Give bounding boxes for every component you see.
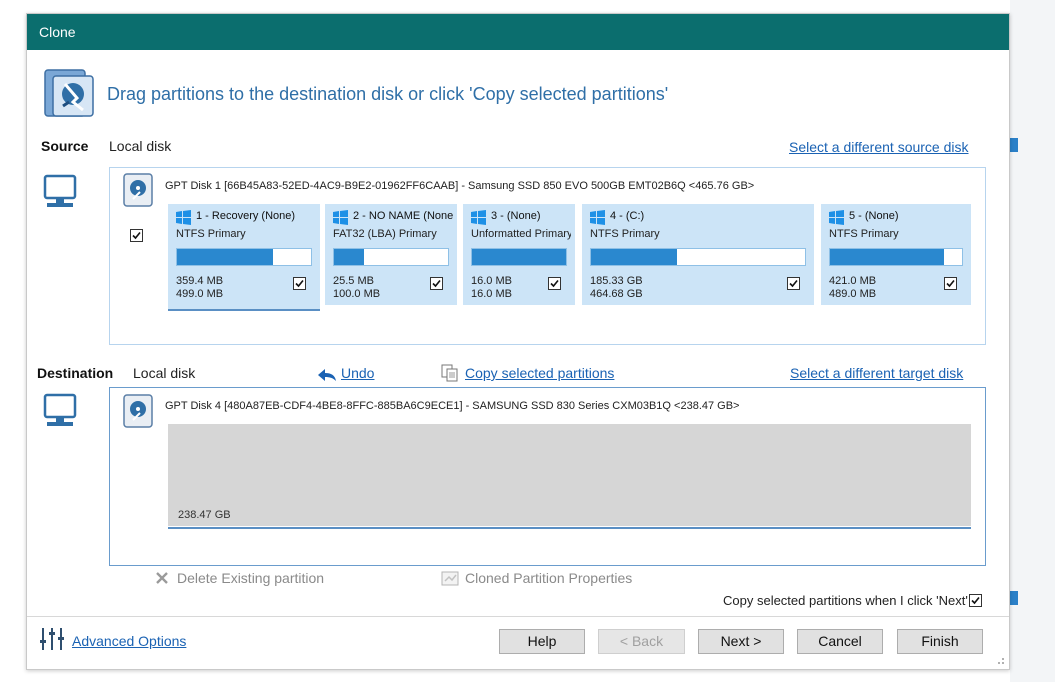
source-disk-type: Local disk bbox=[109, 138, 172, 154]
partition-used: 16.0 MB bbox=[471, 275, 512, 287]
title-bar: Clone bbox=[27, 14, 1009, 50]
source-label: Source bbox=[41, 138, 89, 154]
copy-on-next-label: Copy selected partitions when I click 'N… bbox=[723, 593, 968, 608]
select-target-disk-link[interactable]: Select a different target disk bbox=[790, 365, 963, 381]
background-strip bbox=[1010, 0, 1055, 682]
undo-icon bbox=[318, 369, 336, 381]
hard-disk-icon bbox=[123, 394, 153, 428]
partition-used: 359.4 MB bbox=[176, 275, 224, 287]
copy-on-next-checkbox[interactable] bbox=[969, 594, 982, 607]
partition-type: FAT32 (LBA) Primary bbox=[333, 228, 437, 240]
source-disk-title: GPT Disk 1 [66B45A83-52ED-4AC9-B9E2-0196… bbox=[165, 180, 755, 192]
advanced-options-link[interactable]: Advanced Options bbox=[72, 633, 186, 649]
copy-icon bbox=[441, 364, 458, 382]
footer-divider bbox=[27, 616, 1009, 617]
unallocated-space[interactable] bbox=[168, 424, 971, 526]
partition-usage-bar bbox=[829, 248, 963, 266]
partition-card[interactable]: 5 - (None) NTFS Primary 421.0 MB 489.0 M… bbox=[821, 204, 971, 305]
copy-selected-partitions-link[interactable]: Copy selected partitions bbox=[465, 365, 614, 381]
select-source-disk-link[interactable]: Select a different source disk bbox=[789, 139, 969, 155]
partition-type: NTFS Primary bbox=[176, 228, 246, 240]
partition-usage-fill bbox=[334, 249, 364, 265]
partition-type: Unformatted Primary bbox=[471, 228, 571, 240]
resize-grip-icon[interactable] bbox=[995, 655, 1005, 665]
partition-usage-fill bbox=[472, 249, 566, 265]
partition-total: 16.0 MB bbox=[471, 288, 512, 300]
partition-usage-fill bbox=[830, 249, 944, 265]
partition-total: 489.0 MB bbox=[829, 288, 877, 300]
partition-usage-bar bbox=[176, 248, 312, 266]
monitor-icon bbox=[43, 174, 77, 207]
delete-x-icon bbox=[156, 572, 168, 584]
finish-button[interactable]: Finish bbox=[897, 629, 983, 654]
partition-total: 499.0 MB bbox=[176, 288, 224, 300]
properties-icon bbox=[441, 571, 459, 586]
cloned-partition-properties[interactable]: Cloned Partition Properties bbox=[465, 570, 632, 586]
partition-checkbox[interactable] bbox=[944, 277, 957, 290]
help-button[interactable]: Help bbox=[499, 629, 585, 654]
partition-checkbox[interactable] bbox=[548, 277, 561, 290]
advanced-options-sliders-icon bbox=[40, 628, 64, 650]
destination-disk-title: GPT Disk 4 [480A87EB-CDF4-4BE8-8FFC-885B… bbox=[165, 400, 740, 412]
partition-title: 1 - Recovery (None) bbox=[196, 210, 296, 222]
delete-existing-partition[interactable]: Delete Existing partition bbox=[177, 570, 324, 586]
partition-total: 100.0 MB bbox=[333, 288, 381, 300]
monitor-icon bbox=[43, 393, 77, 426]
partition-checkbox[interactable] bbox=[787, 277, 800, 290]
unallocated-size: 238.47 GB bbox=[178, 509, 231, 521]
partition-usage-bar bbox=[333, 248, 449, 266]
clone-dialog: Clone Drag partitions to the destination… bbox=[26, 13, 1010, 670]
instruction-text: Drag partitions to the destination disk … bbox=[107, 84, 669, 104]
back-button[interactable]: < Back bbox=[598, 629, 685, 654]
partition-card[interactable]: 3 - (None) Unformatted Primary 16.0 MB 1… bbox=[463, 204, 575, 305]
windows-logo-icon bbox=[333, 210, 348, 225]
windows-logo-icon bbox=[590, 210, 605, 225]
partition-total: 464.68 GB bbox=[590, 288, 643, 300]
destination-disk-type: Local disk bbox=[133, 365, 196, 381]
background-accent bbox=[1010, 591, 1018, 605]
hard-disk-icon bbox=[123, 173, 153, 207]
undo-link[interactable]: Undo bbox=[341, 365, 374, 381]
partition-title: 3 - (None) bbox=[491, 210, 541, 222]
partition-type: NTFS Primary bbox=[590, 228, 660, 240]
background-accent bbox=[1010, 138, 1018, 152]
partition-used: 185.33 GB bbox=[590, 275, 643, 287]
partition-usage-bar bbox=[590, 248, 806, 266]
source-disk-checkbox[interactable] bbox=[130, 229, 143, 242]
partition-checkbox[interactable] bbox=[430, 277, 443, 290]
next-button[interactable]: Next > bbox=[698, 629, 784, 654]
partition-card[interactable]: 2 - NO NAME (None) FAT32 (LBA) Primary 2… bbox=[325, 204, 457, 305]
partition-checkbox[interactable] bbox=[293, 277, 306, 290]
destination-label: Destination bbox=[37, 365, 114, 381]
clone-wizard-icon bbox=[44, 69, 94, 117]
destination-selection-underline bbox=[168, 527, 971, 529]
partition-card[interactable]: 4 - (C:) NTFS Primary 185.33 GB 464.68 G… bbox=[582, 204, 814, 305]
partition-title: 4 - (C:) bbox=[610, 210, 645, 222]
windows-logo-icon bbox=[471, 210, 486, 225]
windows-logo-icon bbox=[829, 210, 844, 225]
partition-type: NTFS Primary bbox=[829, 228, 899, 240]
partition-usage-fill bbox=[177, 249, 274, 265]
windows-logo-icon bbox=[176, 210, 191, 225]
partition-used: 25.5 MB bbox=[333, 275, 374, 287]
partition-usage-fill bbox=[591, 249, 677, 265]
partition-title: 5 - (None) bbox=[849, 210, 899, 222]
partition-used: 421.0 MB bbox=[829, 275, 877, 287]
cancel-button[interactable]: Cancel bbox=[797, 629, 883, 654]
partition-usage-bar bbox=[471, 248, 567, 266]
partition-card[interactable]: 1 - Recovery (None) NTFS Primary 359.4 M… bbox=[168, 204, 320, 311]
partition-title: 2 - NO NAME (None) bbox=[353, 210, 453, 222]
